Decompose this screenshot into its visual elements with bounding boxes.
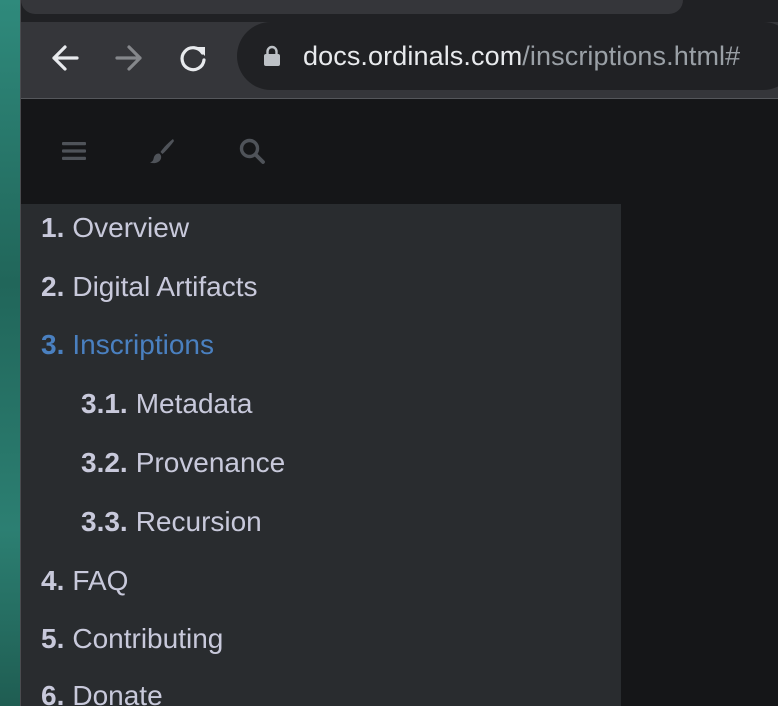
address-bar[interactable]: docs.ordinals.com/inscriptions.html#	[237, 22, 778, 90]
sidebar-toc: 1. Overview 2. Digital Artifacts 3. Inscrip…	[21, 204, 621, 706]
reload-button[interactable]	[171, 36, 215, 80]
toc-item-number: 3.3.	[81, 506, 128, 537]
toc-item-label: FAQ	[72, 565, 129, 596]
toc-item-number: 5.	[41, 623, 65, 654]
tab-strip	[21, 0, 778, 22]
toc-item-digital-artifacts[interactable]: 2. Digital Artifacts	[41, 271, 258, 303]
browser-toolbar: docs.ordinals.com/inscriptions.html#	[21, 22, 778, 99]
forward-button[interactable]	[107, 36, 151, 80]
toc-item-overview[interactable]: 1. Overview	[41, 212, 189, 244]
arrow-right-icon	[114, 44, 144, 72]
page-content: 1. Overview 2. Digital Artifacts 3. Inscrip…	[21, 100, 778, 706]
toc-item-inscriptions[interactable]: 3. Inscriptions	[41, 329, 214, 361]
url-host: docs.ordinals.com	[303, 40, 523, 71]
arrow-left-icon	[50, 44, 80, 72]
toc-item-label: Digital Artifacts	[72, 271, 258, 302]
toc-item-number: 3.2.	[81, 447, 128, 478]
paintbrush-icon[interactable]	[147, 136, 177, 166]
toc-item-label: Contributing	[72, 623, 224, 654]
active-tab[interactable]	[21, 0, 683, 14]
toc-item-label: Metadata	[135, 388, 253, 419]
toc-item-contributing[interactable]: 5. Contributing	[41, 623, 223, 655]
toc-item-metadata[interactable]: 3.1. Metadata	[81, 388, 252, 420]
toc-item-label: Provenance	[135, 447, 286, 478]
url-path: /inscriptions.html#	[522, 40, 741, 71]
desktop-background	[0, 0, 20, 706]
browser-window: docs.ordinals.com/inscriptions.html# 1. O…	[20, 0, 778, 706]
toc-item-number: 3.	[41, 329, 65, 360]
toc-item-number: 2.	[41, 271, 65, 302]
toc-item-donate[interactable]: 6. Donate	[41, 680, 163, 706]
toc-item-faq[interactable]: 4. FAQ	[41, 565, 128, 597]
reload-icon	[178, 43, 208, 73]
toc-item-label: Recursion	[135, 506, 262, 537]
search-icon[interactable]	[237, 136, 267, 166]
lock-icon[interactable]	[263, 45, 281, 67]
toc-item-number: 1.	[41, 212, 65, 243]
toc-item-number: 6.	[41, 680, 65, 706]
toc-item-number: 4.	[41, 565, 65, 596]
toc-item-label: Donate	[72, 680, 163, 706]
toc-item-label: Overview	[72, 212, 190, 243]
back-button[interactable]	[43, 36, 87, 80]
toc-item-provenance[interactable]: 3.2. Provenance	[81, 447, 285, 479]
hamburger-menu-icon[interactable]	[59, 136, 89, 166]
url-text[interactable]: docs.ordinals.com/inscriptions.html#	[303, 41, 740, 72]
toc-item-recursion[interactable]: 3.3. Recursion	[81, 506, 262, 538]
docs-menu-bar	[21, 100, 778, 204]
toc-item-label: Inscriptions	[72, 329, 214, 360]
toc-item-number: 3.1.	[81, 388, 128, 419]
